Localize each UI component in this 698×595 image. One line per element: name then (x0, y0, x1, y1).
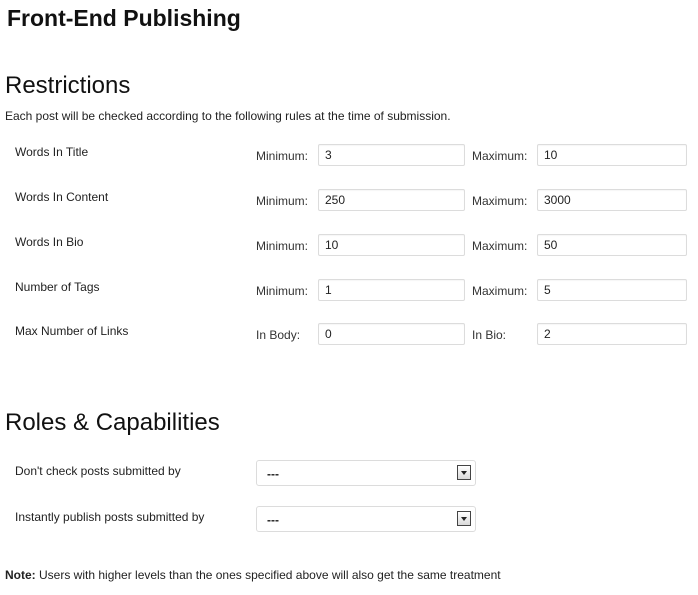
min-label: Minimum: (256, 194, 309, 208)
dont-check-role-select[interactable]: --- (256, 460, 476, 486)
row-label: Words In Bio (15, 235, 84, 249)
links-in-bio-input[interactable] (537, 323, 687, 345)
note-text: Note: Users with higher levels than the … (5, 568, 501, 582)
min-label: Minimum: (256, 239, 309, 253)
selected-value: --- (267, 467, 279, 481)
restrictions-description: Each post will be checked according to t… (5, 109, 451, 123)
roles-capabilities-heading: Roles & Capabilities (5, 409, 220, 436)
links-in-body-input[interactable] (318, 323, 465, 345)
chevron-down-icon[interactable] (457, 511, 471, 526)
chevron-down-icon[interactable] (457, 465, 471, 480)
max-label: Maximum: (472, 284, 528, 298)
in-body-label: In Body: (256, 328, 301, 342)
selected-value: --- (267, 513, 279, 527)
words-in-content-max-input[interactable] (537, 189, 687, 211)
row-label: Number of Tags (15, 280, 100, 294)
max-label: Maximum: (472, 239, 528, 253)
number-of-tags-min-input[interactable] (318, 279, 465, 301)
words-in-content-min-input[interactable] (318, 189, 465, 211)
in-bio-label: In Bio: (472, 328, 507, 342)
note-prefix: Note: (5, 568, 36, 582)
note-body: Users with higher levels than the ones s… (35, 568, 501, 582)
number-of-tags-max-input[interactable] (537, 279, 687, 301)
row-label: Don't check posts submitted by (15, 464, 181, 478)
row-label: Words In Content (15, 190, 109, 204)
words-in-bio-max-input[interactable] (537, 234, 687, 256)
words-in-title-min-input[interactable] (318, 144, 465, 166)
front-end-publishing-settings: Front-End Publishing Restrictions Each p… (0, 0, 698, 595)
max-label: Maximum: (472, 149, 528, 163)
min-label: Minimum: (256, 149, 309, 163)
instantly-publish-role-select[interactable]: --- (256, 506, 476, 532)
restrictions-heading: Restrictions (5, 72, 131, 99)
min-label: Minimum: (256, 284, 309, 298)
words-in-title-max-input[interactable] (537, 144, 687, 166)
row-label: Max Number of Links (15, 324, 129, 338)
row-label: Words In Title (15, 145, 89, 159)
page-title: Front-End Publishing (7, 5, 241, 31)
words-in-bio-min-input[interactable] (318, 234, 465, 256)
row-label: Instantly publish posts submitted by (15, 510, 205, 524)
max-label: Maximum: (472, 194, 528, 208)
